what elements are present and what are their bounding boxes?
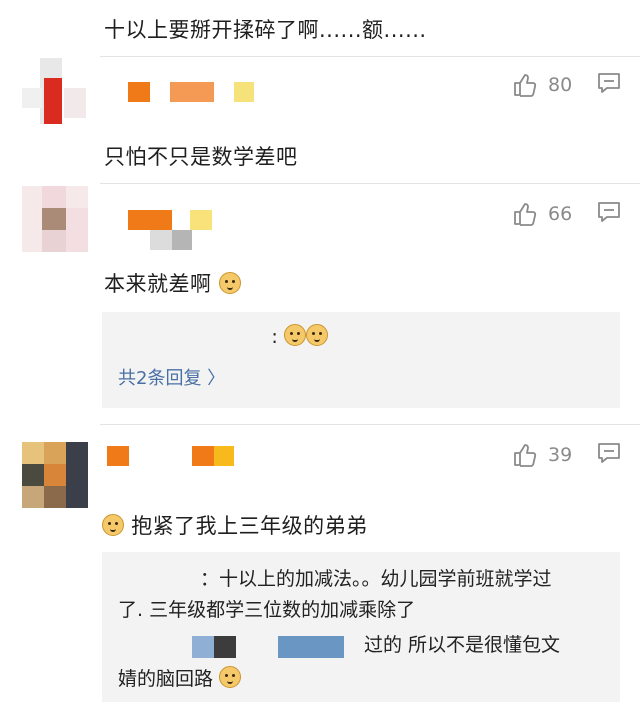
replies-box[interactable]: ：十以上的加减法。。幼儿园学前班就学过 了. 三年级都学三位数的加减乘除了 过的… [102,552,620,702]
redacted-block [192,636,214,658]
doge-emoji-icon [283,324,306,346]
like-button[interactable]: 80 [512,72,572,98]
reply-preview: : [120,322,328,355]
doge-emoji-icon [305,324,328,346]
like-button[interactable]: 39 [512,442,572,468]
more-replies-link[interactable]: 共2条回复 〉 [118,364,225,390]
redacted-block [278,636,344,658]
divider [100,56,640,57]
divider [100,183,640,184]
thumbs-up-icon [514,444,537,467]
reply-line: 过的 所以不是很懂包文 [364,634,561,656]
comment-text: 本来就差啊 [104,270,241,298]
comment-text: 抱紧了我上三年级的弟弟 [102,512,368,540]
comment-bubble-icon[interactable] [597,72,621,98]
reply-line: 婧的脑回路 [118,664,242,695]
avatar[interactable] [22,186,88,252]
doge-emoji-icon [218,272,241,294]
like-count: 80 [548,74,573,96]
reply-line: ：十以上的加减法。。幼儿园学前班就学过 [200,568,552,590]
comment-text: 只怕不只是数学差吧 [104,145,298,169]
doge-emoji-icon [219,666,242,688]
reply-line: 了. 三年级都学三位数的加减乘除了 [118,599,416,621]
thumbs-up-icon [514,203,537,226]
doge-emoji-icon [102,514,124,536]
comment-bubble-icon[interactable] [597,442,621,468]
divider [100,424,640,425]
replies-box[interactable]: : 共2条回复 〉 [102,312,620,408]
redacted-block [214,636,236,658]
thumbs-up-icon [514,74,537,97]
like-count: 66 [548,203,573,225]
avatar[interactable] [22,442,88,508]
avatar[interactable] [22,58,88,124]
like-count: 39 [548,444,573,466]
comment-text: 十以上要掰开揉碎了啊......额...... [104,18,427,42]
comment-bubble-icon[interactable] [597,201,621,227]
like-button[interactable]: 66 [512,201,572,227]
